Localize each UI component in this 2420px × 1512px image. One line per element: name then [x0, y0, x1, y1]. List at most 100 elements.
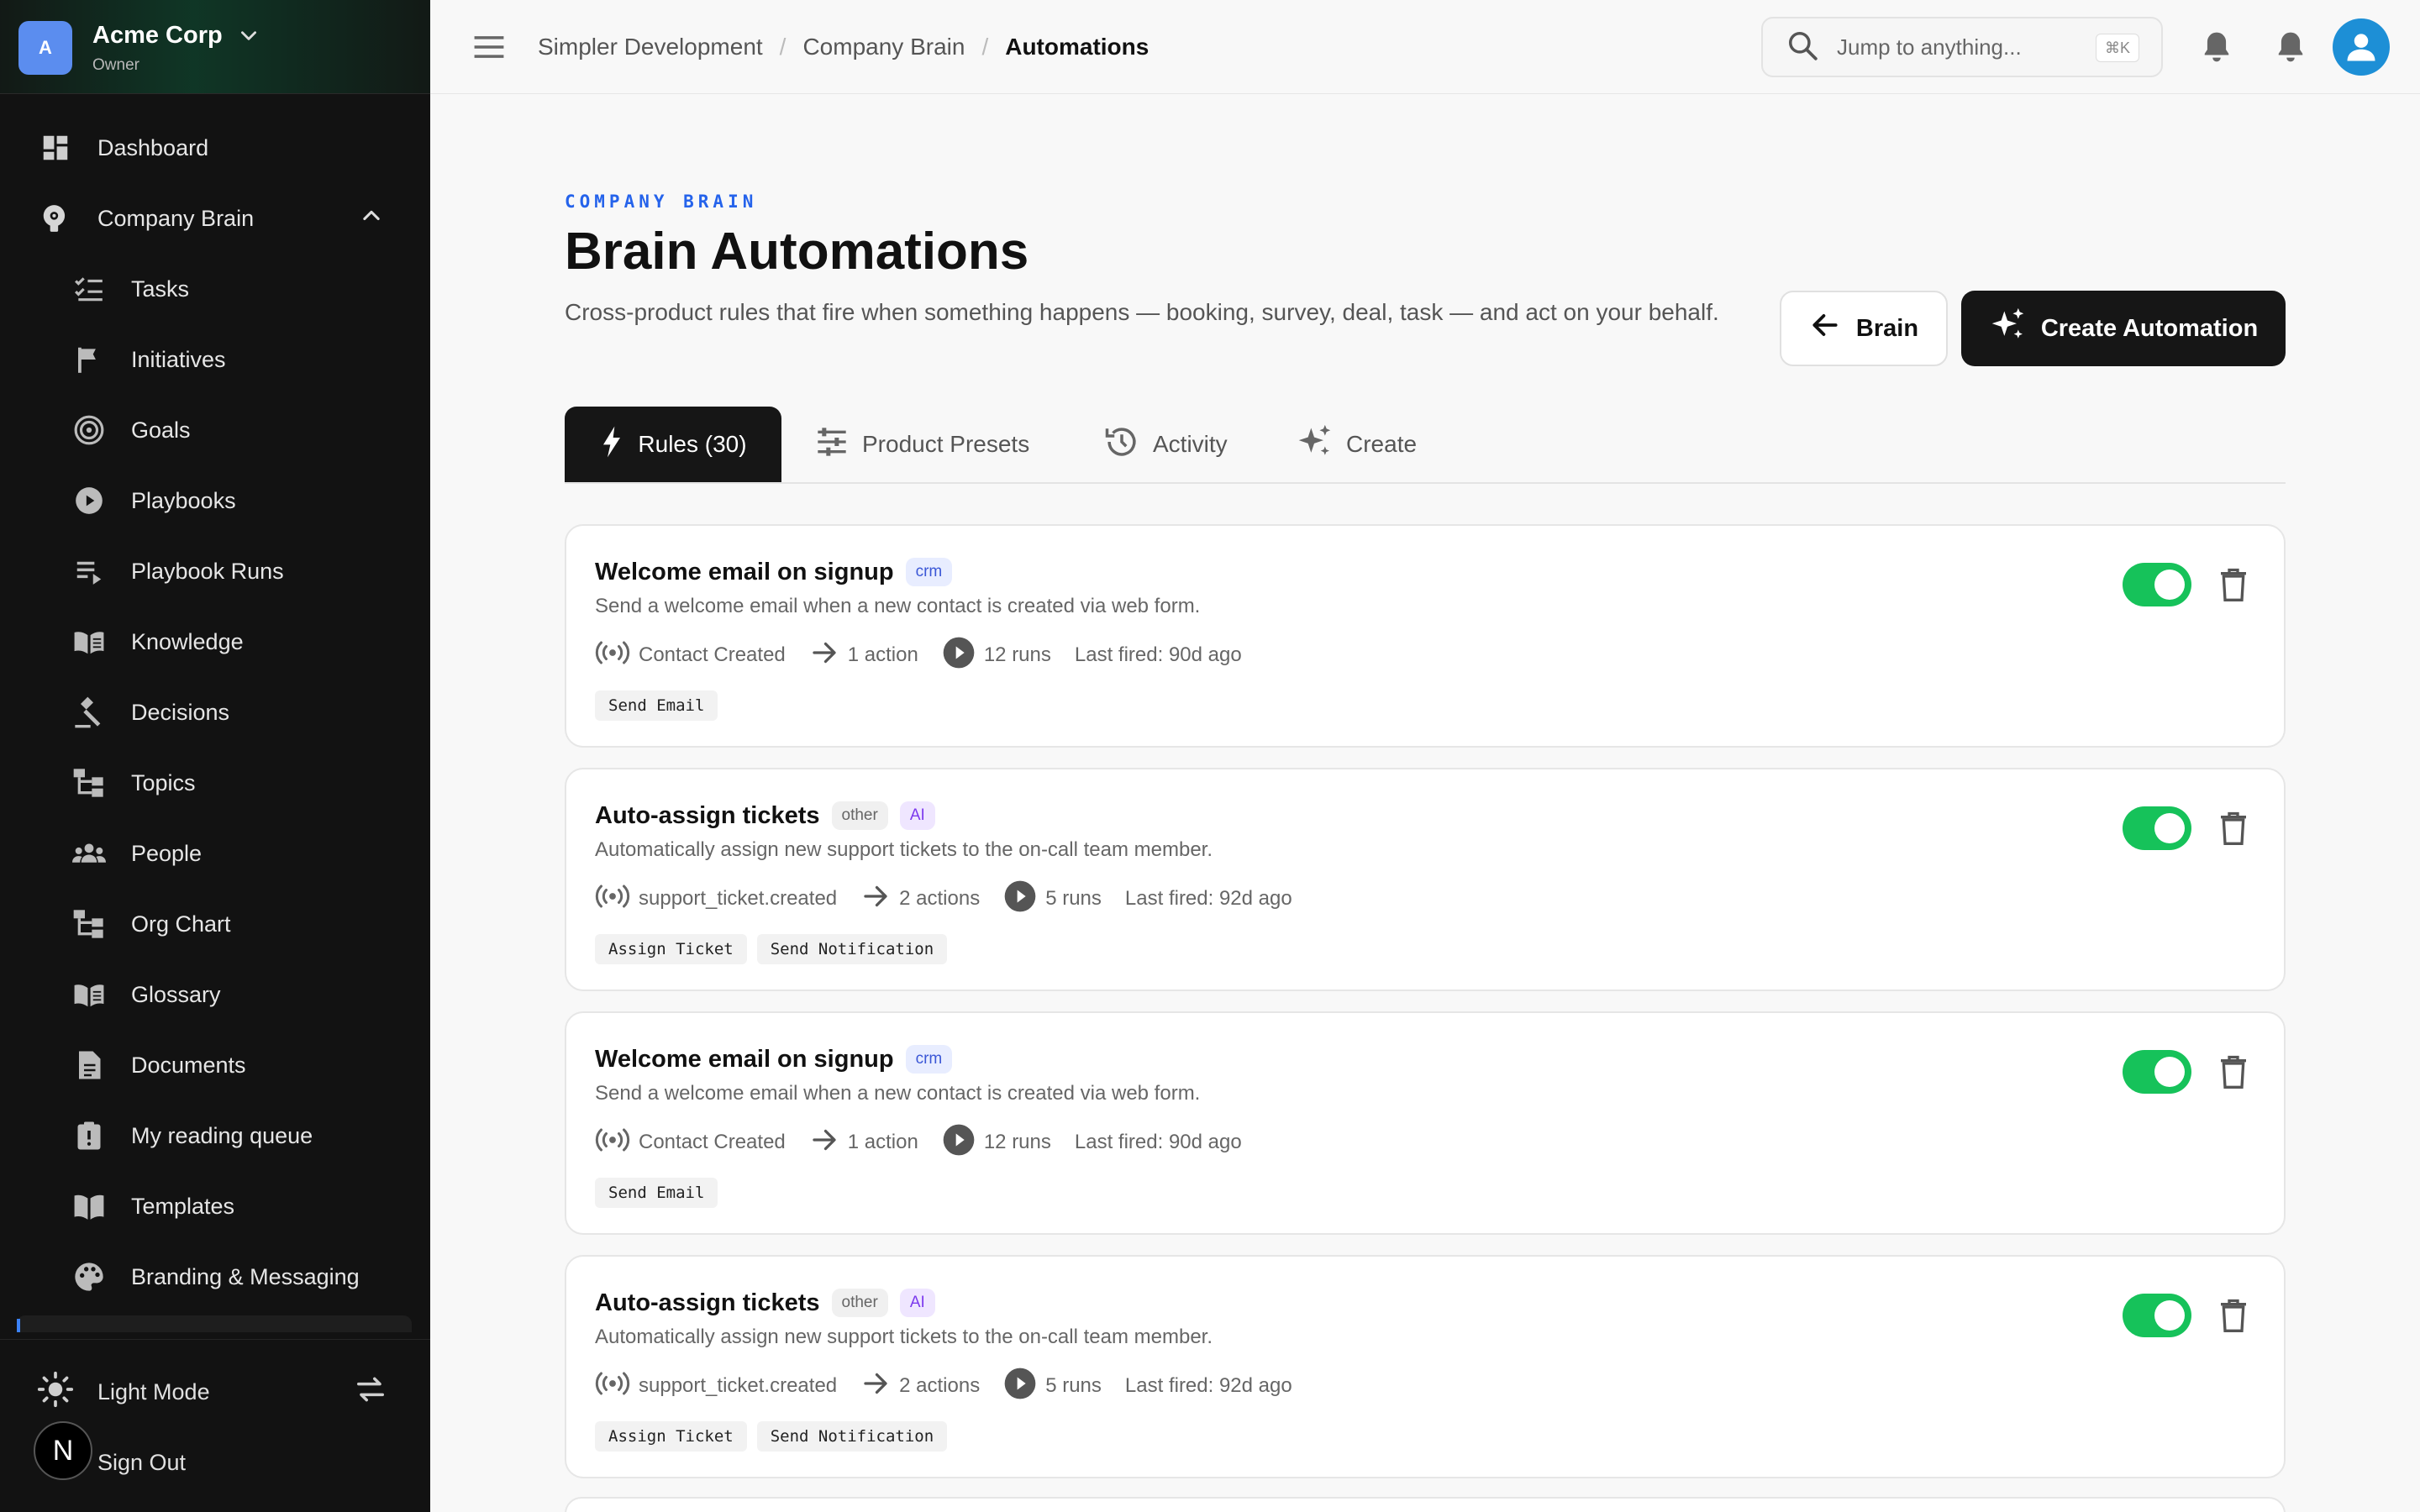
bell-icon[interactable]	[2196, 24, 2237, 71]
sidebar-item-templates[interactable]: Templates	[0, 1171, 430, 1242]
sidebar-item-people[interactable]: People	[0, 818, 430, 889]
rule-runs: 12 runs	[983, 1131, 1051, 1153]
page-eyebrow: COMPANY BRAIN	[565, 192, 758, 212]
arrow-right-icon	[809, 638, 839, 674]
tasks-icon	[72, 272, 106, 306]
rule-runs: 12 runs	[983, 643, 1051, 666]
rule-runs: 5 runs	[1045, 887, 1102, 910]
category-badge: crm	[905, 1045, 953, 1074]
play-circle-icon	[72, 484, 106, 517]
trash-icon[interactable]	[2213, 1048, 2254, 1095]
org-switcher[interactable]: A Acme Corp Owner	[18, 18, 413, 77]
rule-trigger: support_ticket.created	[639, 1374, 838, 1397]
rule-name: Welcome email on signup	[595, 1045, 894, 1073]
play-circle-icon	[1003, 879, 1037, 919]
create-automation-button[interactable]: Create Automation	[1961, 291, 2286, 366]
sidebar-item-my-reading-queue[interactable]: My reading queue	[0, 1100, 430, 1171]
search-input[interactable]: Jump to anything... ⌘K	[1761, 17, 2163, 77]
light-mode-toggle[interactable]: Light Mode	[0, 1358, 430, 1425]
rule-action-tags: Send Email	[595, 690, 728, 721]
rule-enabled-toggle[interactable]	[2123, 1294, 2191, 1337]
rule-name: Auto-assign tickets	[595, 1289, 820, 1316]
rule-card-partial[interactable]	[565, 1497, 2286, 1512]
arrow-right-icon	[860, 881, 891, 917]
user-avatar[interactable]	[2333, 18, 2390, 76]
trash-icon[interactable]	[2213, 805, 2254, 852]
rule-card[interactable]: Welcome email on signup crm Send a welco…	[565, 1011, 2286, 1235]
sidebar-item-playbooks[interactable]: Playbooks	[0, 465, 430, 536]
broadcast-icon	[595, 884, 630, 915]
clipboard-alert-icon	[72, 1119, 106, 1152]
sidebar-item-label: Templates	[131, 1193, 235, 1219]
rule-name: Welcome email on signup	[595, 558, 894, 585]
sidebar-item-topics[interactable]: Topics	[0, 748, 430, 818]
sidebar-item-initiatives[interactable]: Initiatives	[0, 324, 430, 395]
rule-trigger: support_ticket.created	[639, 887, 838, 910]
breadcrumb-item[interactable]: Company Brain	[802, 34, 965, 60]
tab-label: Rules (30)	[638, 431, 747, 457]
rule-meta: support_ticket.created 2 actions 5 runs …	[595, 1368, 1292, 1404]
rule-trigger: Contact Created	[639, 643, 786, 666]
tab-activity[interactable]: Activity	[1104, 407, 1228, 482]
rule-enabled-toggle[interactable]	[2123, 563, 2191, 606]
sidebar-item-company-brain[interactable]: Company Brain	[0, 183, 430, 254]
search-icon	[1786, 29, 1818, 66]
sidebar-item-tasks[interactable]: Tasks	[0, 254, 430, 324]
sidebar-item-decisions[interactable]: Decisions	[0, 677, 430, 748]
rule-card[interactable]: Auto-assign tickets other AI Automatical…	[565, 768, 2286, 991]
sidebar-item-label: Glossary	[131, 981, 221, 1007]
arrow-left-icon	[1809, 309, 1841, 348]
page-description: Cross-product rules that fire when somet…	[565, 299, 1719, 325]
rule-enabled-toggle[interactable]	[2123, 806, 2191, 850]
sparkles-icon	[1296, 423, 1333, 466]
action-tag: Send Notification	[756, 1421, 948, 1452]
menu-icon[interactable]	[472, 30, 506, 64]
sidebar-item-partial[interactable]	[17, 1315, 412, 1332]
rule-card[interactable]: Auto-assign tickets other AI Automatical…	[565, 1255, 2286, 1478]
history-icon	[1104, 424, 1139, 465]
rule-card[interactable]: Welcome email on signup crm Send a welco…	[565, 524, 2286, 748]
trash-icon[interactable]	[2213, 561, 2254, 608]
trash-icon[interactable]	[2213, 1292, 2254, 1339]
action-tag: Send Notification	[756, 934, 948, 964]
tab-label: Product Presets	[862, 431, 1030, 457]
breadcrumb-current: Automations	[1005, 34, 1150, 60]
rule-description: Send a welcome email when a new contact …	[595, 1082, 1201, 1105]
sidebar-item-glossary[interactable]: Glossary	[0, 959, 430, 1030]
sidebar-item-documents[interactable]: Documents	[0, 1030, 430, 1100]
breadcrumb-separator: /	[981, 34, 989, 60]
sliders-icon	[815, 425, 849, 465]
org-avatar: A	[18, 21, 72, 75]
swap-icon[interactable]	[355, 1373, 387, 1411]
rule-action-tags: Assign Ticket Send Notification	[595, 934, 957, 964]
ai-badge: AI	[899, 801, 935, 830]
chevron-up-icon[interactable]	[360, 204, 383, 234]
rules-list: Welcome email on signup crm Send a welco…	[565, 524, 2286, 1499]
tab-create[interactable]: Create	[1296, 407, 1417, 482]
breadcrumb-separator: /	[779, 34, 786, 60]
open-book-icon	[72, 1189, 106, 1223]
sidebar-item-goals[interactable]: Goals	[0, 395, 430, 465]
rule-description: Automatically assign new support tickets…	[595, 838, 1213, 861]
rule-enabled-toggle[interactable]	[2123, 1050, 2191, 1094]
back-button-label: Brain	[1855, 314, 1919, 342]
sparkles-icon	[1989, 307, 2026, 350]
play-circle-icon	[942, 636, 976, 675]
back-to-brain-button[interactable]: Brain	[1780, 291, 1948, 366]
sidebar-item-playbook-runs[interactable]: Playbook Runs	[0, 536, 430, 606]
rule-meta: Contact Created 1 action 12 runs Last fi…	[595, 637, 1242, 674]
tab-rules[interactable]: Rules (30)	[565, 407, 781, 482]
sidebar-item-dashboard[interactable]: Dashboard	[0, 113, 430, 183]
broadcast-icon	[595, 640, 630, 671]
category-badge: crm	[905, 558, 953, 586]
breadcrumb-item[interactable]: Simpler Development	[538, 34, 763, 60]
rule-last-fired: Last fired: 90d ago	[1074, 643, 1242, 666]
tab-product-presets[interactable]: Product Presets	[815, 407, 1029, 482]
nextjs-dev-badge[interactable]: N	[34, 1421, 92, 1480]
rule-actions-count: 2 actions	[899, 1374, 981, 1397]
tab-label: Activity	[1153, 431, 1228, 457]
notifications-bell-icon[interactable]	[2270, 24, 2311, 71]
sidebar-item-org-chart[interactable]: Org Chart	[0, 889, 430, 959]
sidebar-item-branding-messaging[interactable]: Branding & Messaging	[0, 1242, 430, 1312]
sidebar-item-knowledge[interactable]: Knowledge	[0, 606, 430, 677]
